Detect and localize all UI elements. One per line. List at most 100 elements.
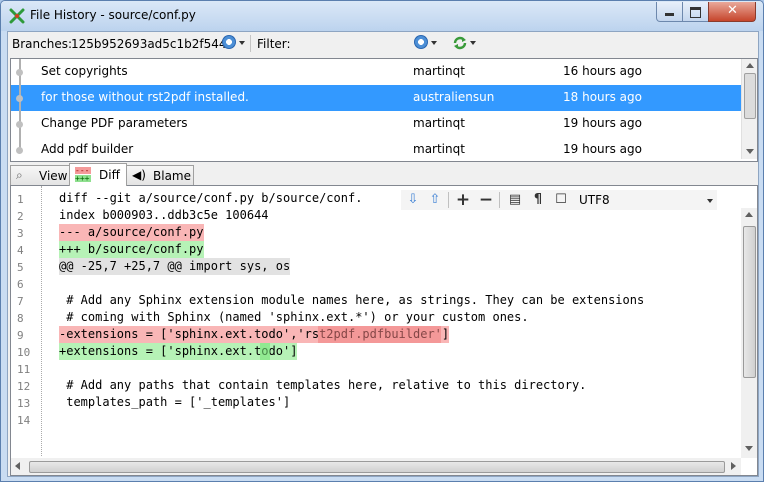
commit-date: 19 hours ago	[563, 142, 642, 156]
diff-change-highlight	[260, 343, 270, 360]
maximize-button[interactable]	[682, 2, 709, 22]
title-bar[interactable]: File History - source/conf.py ✕	[1, 1, 763, 31]
commit-list-scrollbar[interactable]	[741, 59, 757, 159]
line-number: 1	[17, 193, 24, 206]
file-history-window: File History - source/conf.py ✕ Branches…	[0, 0, 764, 482]
minimize-icon	[665, 13, 674, 16]
line-number: 14	[17, 414, 31, 427]
commit-date: 18 hours ago	[563, 90, 642, 104]
tab-label: Blame	[153, 169, 191, 183]
next-change-icon[interactable]: ⇩	[405, 192, 421, 208]
graph-node-icon	[16, 121, 23, 128]
filter-label: Filter:	[257, 37, 291, 51]
commit-row-selected[interactable]: for those without rst2pdf installed. aus…	[11, 85, 741, 111]
commit-message: Add pdf builder	[41, 142, 134, 156]
commit-row[interactable]: Add pdf builder martinqt 19 hours ago	[11, 137, 741, 163]
diff-line: diff --git a/source/conf.py b/source/con…	[59, 191, 363, 205]
commit-author: martinqt	[413, 142, 465, 156]
line-number: 4	[17, 244, 24, 257]
line-number: 13	[17, 397, 31, 410]
graph-node-icon	[16, 95, 23, 102]
toolbar-separator	[448, 192, 449, 208]
chevron-down-icon[interactable]	[707, 199, 713, 203]
ignore-whitespace-icon[interactable]: ▤	[507, 192, 523, 208]
diff-line-added: +++ b/source/conf.py	[59, 241, 204, 258]
branches-label: Branches:	[12, 37, 73, 51]
show-entire-file-icon[interactable]: ☐	[553, 192, 569, 208]
diff-icon: --- +++	[75, 166, 91, 183]
client-area: Branches: 125b952693ad5c1b2f544 Filter: …	[7, 31, 759, 477]
decrease-context-icon[interactable]: −	[478, 192, 494, 209]
minimize-button[interactable]	[656, 2, 683, 22]
close-button[interactable]: ✕	[708, 2, 756, 22]
line-number: 10	[17, 346, 31, 359]
line-number-gutter: 1 2 3 4 5 6 7 8 9 10 11 12 13 14	[11, 186, 42, 456]
tab-diff[interactable]: --- +++ Diff	[69, 163, 127, 186]
maximize-icon	[690, 7, 701, 18]
blame-icon: ◀)	[132, 168, 146, 182]
graph-node-icon	[16, 147, 23, 154]
commit-row[interactable]: Change PDF parameters martinqt 19 hours …	[11, 111, 741, 137]
show-whitespace-icon[interactable]: ¶	[530, 192, 546, 208]
commit-message: Set copyrights	[41, 64, 128, 78]
chevron-down-icon[interactable]	[470, 41, 476, 45]
diff-line: # coming with Sphinx (named 'sphinx.ext.…	[59, 310, 529, 324]
encoding-value[interactable]: UTF8	[579, 193, 610, 207]
tab-label: Diff	[99, 168, 120, 182]
commit-author: martinqt	[413, 64, 465, 78]
tab-label: View	[39, 169, 68, 183]
line-number: 8	[17, 312, 24, 325]
previous-change-icon[interactable]: ⇧	[427, 192, 443, 208]
commit-message: for those without rst2pdf installed.	[41, 90, 249, 104]
scroll-down-icon[interactable]	[746, 149, 754, 154]
commit-date: 16 hours ago	[563, 64, 642, 78]
scrollbar-thumb[interactable]	[744, 73, 756, 119]
commit-message: Change PDF parameters	[41, 116, 188, 130]
diff-line: templates_path = ['_templates']	[59, 395, 291, 409]
diff-viewer[interactable]: 1 2 3 4 5 6 7 8 9 10 11 12 13 14 diff --…	[10, 185, 758, 476]
diff-toolbar: ⇩ ⇧ + − ▤ ¶ ☐ UTF8	[401, 190, 717, 210]
diff-horizontal-scrollbar[interactable]	[11, 458, 741, 475]
line-number: 7	[17, 295, 24, 308]
scroll-right-icon[interactable]	[731, 462, 736, 470]
diff-line: # Add any paths that contain templates h…	[59, 378, 587, 392]
refresh-icon[interactable]	[452, 35, 468, 51]
scrollbar-thumb[interactable]	[29, 461, 725, 473]
diff-vertical-scrollbar[interactable]	[741, 208, 757, 458]
filter-settings-icon[interactable]	[414, 35, 428, 49]
close-icon: ✕	[727, 3, 738, 18]
git-extensions-icon	[9, 8, 25, 24]
line-number: 9	[17, 329, 24, 342]
line-number: 6	[17, 278, 24, 291]
scroll-up-icon[interactable]	[745, 212, 753, 217]
diff-line: index b000903..ddb3c5e 100644	[59, 208, 269, 222]
toolbar-separator	[499, 192, 500, 208]
scrollbar-thumb[interactable]	[743, 226, 756, 378]
toolbar: Branches: 125b952693ad5c1b2f544 Filter:	[8, 32, 758, 56]
tab-blame[interactable]: ◀) Blame	[126, 165, 194, 185]
increase-context-icon[interactable]: +	[455, 192, 471, 209]
commit-author: australiensun	[413, 90, 495, 104]
chevron-down-icon[interactable]	[431, 41, 437, 45]
window-title: File History - source/conf.py	[30, 8, 196, 22]
scroll-left-icon[interactable]	[15, 462, 20, 470]
branches-value[interactable]: 125b952693ad5c1b2f544	[71, 37, 227, 51]
chevron-down-icon[interactable]	[239, 41, 245, 45]
commit-row[interactable]: Set copyrights martinqt 16 hours ago	[11, 59, 741, 85]
diff-change-highlight	[318, 326, 441, 343]
branches-settings-icon[interactable]	[222, 35, 236, 49]
commit-list: Set copyrights martinqt 16 hours ago for…	[10, 58, 758, 162]
toolbar-separator	[250, 35, 251, 52]
diff-line-removed: --- a/source/conf.py	[59, 224, 204, 241]
scroll-up-icon[interactable]	[746, 63, 754, 68]
filter-input[interactable]	[295, 34, 419, 54]
line-number: 2	[17, 210, 24, 223]
tab-view[interactable]: ⌕ View	[10, 165, 70, 185]
line-number: 5	[17, 261, 24, 274]
tab-strip: ⌕ View --- +++ Diff ◀) Blame	[8, 163, 758, 186]
scroll-down-icon[interactable]	[745, 446, 753, 451]
line-number: 3	[17, 227, 24, 240]
commit-author: martinqt	[413, 116, 465, 130]
diff-line: # Add any Sphinx extension module names …	[59, 293, 645, 307]
diff-hunk-header: @@ -25,7 +25,7 @@ import sys, os	[59, 258, 291, 275]
